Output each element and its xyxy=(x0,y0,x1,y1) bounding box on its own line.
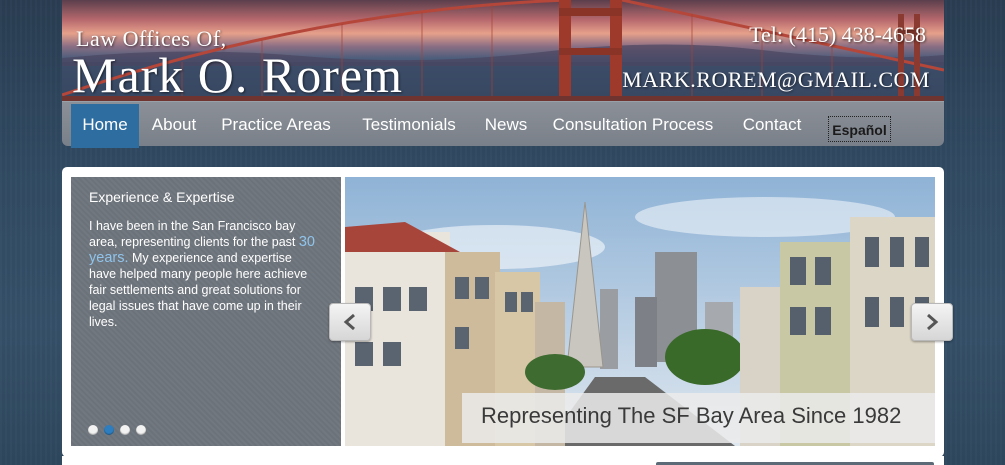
nav-item-about[interactable]: About xyxy=(141,104,207,146)
slide-caption-text: Representing The SF Bay Area Since 1982 xyxy=(481,403,902,428)
slide-body-intro: I have been in the San Francisco bay are… xyxy=(89,219,296,249)
slide-dot-3[interactable] xyxy=(120,425,130,435)
chevron-left-icon xyxy=(343,313,355,331)
main-navigation: Home About Practice Areas Testimonials N… xyxy=(62,101,944,148)
firm-name: Mark O. Rorem xyxy=(72,47,403,101)
nav-item-home[interactable]: Home xyxy=(71,104,139,148)
phone-number: Tel: (415) 438-4658 xyxy=(749,22,926,47)
san-francisco-street-photo: Representing The SF Bay Area Since 1982 xyxy=(345,177,935,446)
slide-text-box: Experience & Expertise I have been in th… xyxy=(71,177,341,446)
nav-item-testimonials[interactable]: Testimonials xyxy=(349,104,469,146)
nav-item-practice-areas[interactable]: Practice Areas xyxy=(212,104,340,146)
nav-item-consultation-process[interactable]: Consultation Process xyxy=(542,104,724,146)
slide-body: I have been in the San Francisco bay are… xyxy=(89,218,321,330)
slide-dot-4[interactable] xyxy=(136,425,146,435)
slide-caption: Representing The SF Bay Area Since 1982 xyxy=(462,393,935,443)
slider-prev-button[interactable] xyxy=(329,303,371,341)
header-banner: Law Offices Of, Mark O. Rorem Tel: (415)… xyxy=(62,0,944,101)
slide-title: Experience & Expertise xyxy=(89,189,235,205)
nav-item-contact[interactable]: Contact xyxy=(735,104,809,146)
slide-pagination xyxy=(88,422,152,440)
slide-dot-1[interactable] xyxy=(88,425,98,435)
slide-dot-2[interactable] xyxy=(104,425,114,435)
slider-next-button[interactable] xyxy=(911,303,953,341)
language-espanol-button[interactable]: Español xyxy=(828,116,891,142)
email-address[interactable]: MARK.ROREM@GMAIL.COM xyxy=(622,67,930,93)
chevron-right-icon xyxy=(927,313,939,331)
nav-item-news[interactable]: News xyxy=(478,104,534,146)
